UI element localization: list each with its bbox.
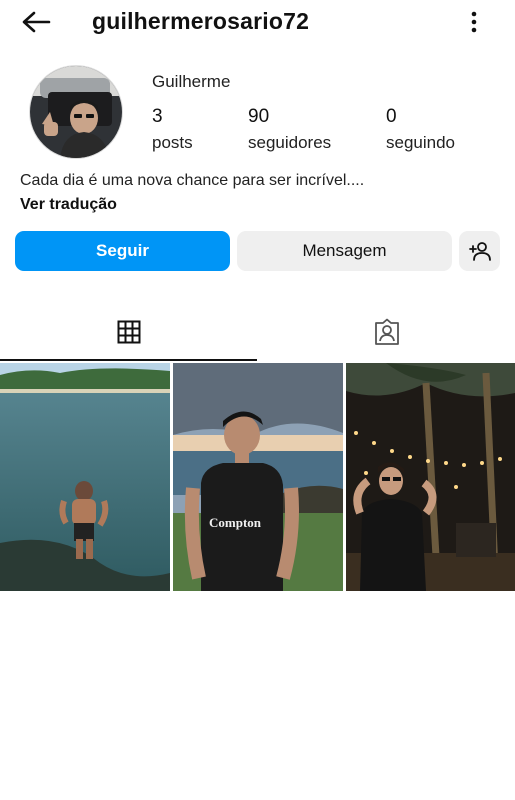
follow-button[interactable]: Seguir [15, 231, 230, 271]
profile-display-name: Guilherme [152, 72, 231, 91]
add-person-icon [468, 242, 491, 261]
see-translation-link[interactable]: Ver tradução [20, 196, 117, 214]
profile-bio: Cada dia é uma nova chance para ser incr… [20, 172, 365, 189]
more-vertical-icon [471, 11, 477, 33]
back-button[interactable] [18, 8, 54, 36]
post-photo: Compton [173, 363, 343, 591]
svg-text:Compton: Compton [209, 515, 262, 530]
follow-button-label: Seguir [96, 241, 149, 260]
post-thumbnail-night[interactable] [346, 363, 515, 591]
more-options-button[interactable] [462, 8, 486, 36]
followers-count-label: seguidores [248, 133, 332, 152]
posts-count-label: posts [152, 133, 193, 152]
profile-tabs [0, 305, 515, 361]
following-count-value: 0 [386, 106, 397, 127]
tab-posts-grid[interactable] [0, 305, 257, 359]
active-tab-indicator [0, 359, 257, 361]
post-thumbnail-lake[interactable] [0, 363, 170, 591]
posts-grid: Compton [0, 363, 515, 591]
arrow-left-icon [22, 11, 51, 33]
tagged-person-icon [374, 318, 399, 345]
grid-icon [117, 320, 140, 344]
top-bar: guilhermerosario72 [0, 0, 515, 46]
suggested-accounts-button[interactable] [459, 231, 500, 271]
post-photo [346, 363, 515, 591]
post-thumbnail-beach[interactable]: Compton [173, 363, 343, 591]
followers-count-value: 90 [248, 106, 270, 127]
profile-username: guilhermerosario72 [92, 8, 310, 34]
followers-count[interactable]: 90 seguidores [248, 106, 331, 153]
following-count-label: seguindo [386, 133, 456, 152]
avatar-photo [30, 66, 122, 158]
posts-count: 3 posts [152, 106, 193, 153]
post-photo [0, 363, 170, 591]
posts-count-value: 3 [152, 106, 163, 127]
following-count[interactable]: 0 seguindo [386, 106, 455, 153]
message-button-label: Mensagem [302, 241, 387, 260]
message-button[interactable]: Mensagem [237, 231, 452, 271]
profile-avatar[interactable] [29, 65, 123, 159]
tab-tagged[interactable] [258, 305, 515, 359]
